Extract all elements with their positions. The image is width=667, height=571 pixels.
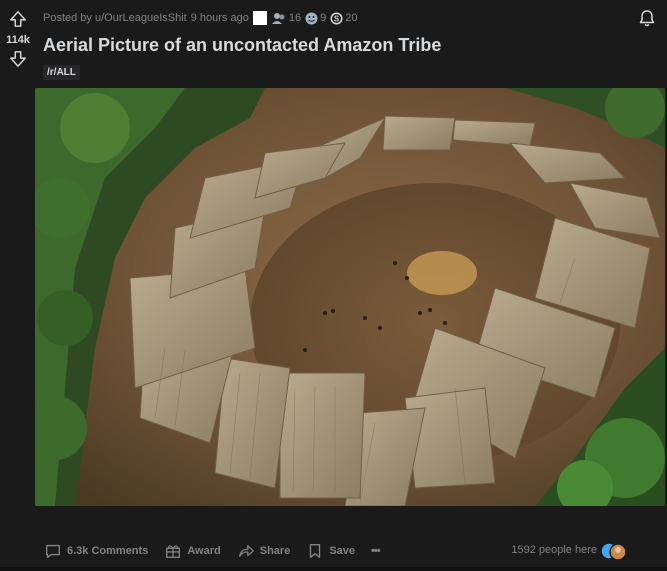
post-title[interactable]: Aerial Picture of an uncontacted Amazon … xyxy=(43,35,441,56)
post-time: 9 hours ago xyxy=(190,12,249,24)
aerial-village-photo xyxy=(35,88,665,506)
award-face-icon xyxy=(305,12,318,24)
downvote-icon xyxy=(10,51,26,67)
save-button[interactable]: Save xyxy=(306,542,355,560)
post-card: 114k Posted by u/OurLeagueIsShit 9 hours… xyxy=(0,0,667,571)
comment-icon xyxy=(46,544,60,558)
award-count: 9 xyxy=(320,12,327,24)
vote-count: 114k xyxy=(6,34,30,46)
share-icon xyxy=(238,544,254,558)
save-label: Save xyxy=(329,545,356,557)
award-wholesome[interactable]: 16 xyxy=(271,11,301,25)
award-silver[interactable]: S 20 xyxy=(330,12,357,25)
award-people-icon xyxy=(271,13,285,24)
upvote-button[interactable] xyxy=(7,8,29,30)
award-label: Award xyxy=(187,545,221,557)
share-button[interactable]: Share xyxy=(237,542,291,560)
bottom-divider xyxy=(0,567,667,571)
bookmark-icon xyxy=(310,544,321,558)
more-options-button[interactable]: ••• xyxy=(371,545,381,557)
award-coin-icon: S xyxy=(330,12,343,24)
award-helpful[interactable]: 9 xyxy=(305,12,326,25)
share-label: Share xyxy=(259,545,291,557)
comments-label: 6.3k Comments xyxy=(67,545,149,557)
post-flair[interactable]: /r/ALL xyxy=(43,65,80,80)
downvote-button[interactable] xyxy=(7,48,29,70)
bell-icon xyxy=(639,10,655,27)
presence-text: 1592 people here xyxy=(511,544,597,556)
award-count: 16 xyxy=(288,12,302,24)
award-button[interactable]: Award xyxy=(164,542,221,560)
post-image[interactable] xyxy=(35,88,665,506)
comments-button[interactable]: 6.3k Comments xyxy=(44,542,148,560)
gift-icon xyxy=(166,545,181,558)
more-options-icon: ••• xyxy=(371,545,381,557)
post-meta: Posted by u/OurLeagueIsShit 9 hours ago … xyxy=(43,11,357,25)
upvote-icon xyxy=(10,11,26,27)
posted-by[interactable]: Posted by u/OurLeagueIsShit xyxy=(43,12,187,24)
award-count: 20 xyxy=(345,12,358,24)
notification-bell-button[interactable] xyxy=(637,8,657,28)
svg-text:S: S xyxy=(334,14,340,23)
award-white-square-icon xyxy=(252,11,267,25)
presence-avatars[interactable] xyxy=(599,541,629,561)
vote-column: 114k xyxy=(0,8,36,70)
avatar-stack-icon xyxy=(600,542,627,561)
